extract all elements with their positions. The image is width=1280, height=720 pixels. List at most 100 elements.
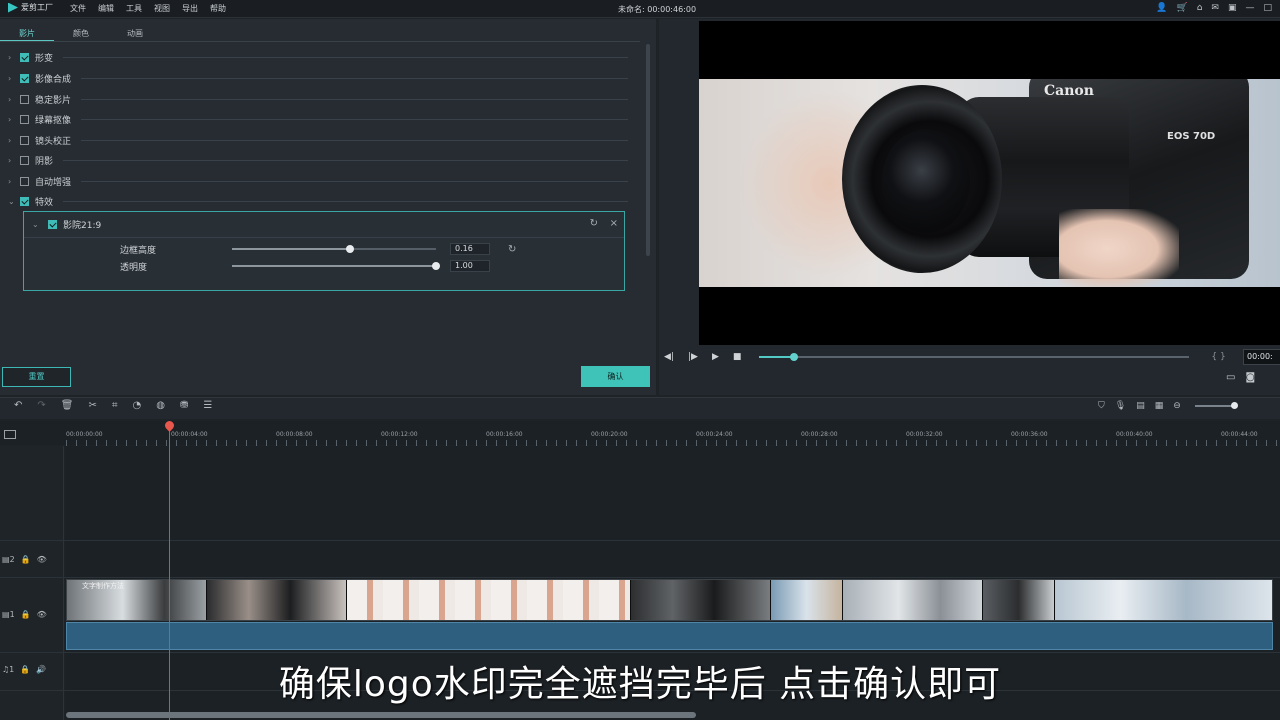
properties-scrollbar[interactable]	[646, 44, 650, 256]
confirm-button[interactable]: 确认	[581, 366, 650, 387]
stop-icon[interactable]: ■	[733, 352, 742, 362]
audio-mixer-icon[interactable]: ⛃	[180, 400, 188, 411]
property-transform[interactable]: › 形变	[8, 47, 628, 67]
chevron-right-icon[interactable]: ›	[8, 74, 20, 83]
property-lens-correction[interactable]: › 镜头校正	[8, 130, 628, 150]
opacity-slider[interactable]	[232, 262, 440, 270]
crop-icon[interactable]: ⌗	[112, 400, 118, 411]
display-icon[interactable]: ▭	[1226, 372, 1235, 383]
property-stabilize[interactable]: › 稳定影片	[8, 89, 628, 109]
tab-color[interactable]: 颜色	[54, 20, 108, 42]
maximize-icon[interactable]: □	[1263, 3, 1272, 13]
undo-icon[interactable]: ↶	[14, 400, 22, 411]
lock-icon[interactable]: 🔒	[21, 610, 31, 619]
eye-icon[interactable]: 👁	[37, 610, 47, 619]
reset-button[interactable]: 重置	[2, 367, 71, 387]
menu-export[interactable]: 导出	[182, 3, 198, 14]
menu-file[interactable]: 文件	[70, 3, 86, 14]
checkbox-stabilize[interactable]	[20, 94, 29, 104]
border-height-slider[interactable]	[232, 245, 436, 253]
mail-icon[interactable]: ✉	[1211, 3, 1219, 13]
speed-icon[interactable]: ◔	[133, 400, 142, 411]
delete-icon[interactable]: 🗑	[61, 400, 74, 411]
mic-icon[interactable]: 🎙	[1115, 401, 1126, 411]
property-compositing[interactable]: › 影像合成	[8, 68, 628, 88]
video-clip[interactable]	[66, 579, 1273, 621]
checkbox-effects[interactable]	[20, 196, 29, 206]
reset-icon[interactable]: ↻	[508, 244, 516, 255]
clip-thumbnail	[983, 580, 1055, 620]
playback-scrubber[interactable]	[759, 353, 1190, 361]
camera-brand: Canon	[1044, 83, 1094, 99]
param-label: 边框高度	[120, 245, 157, 256]
border-height-value[interactable]: 0.16	[450, 243, 490, 255]
save-icon[interactable]: ▣	[1228, 3, 1237, 13]
ruler-label: 00:00:08:00	[276, 431, 313, 438]
chevron-down-icon[interactable]: ⌄	[32, 220, 48, 229]
scrubber-knob[interactable]	[789, 353, 798, 361]
clip-thumbnail	[207, 580, 347, 620]
play-icon[interactable]: ▶	[712, 352, 719, 362]
chevron-right-icon[interactable]: ›	[8, 177, 20, 186]
audio-clip[interactable]	[66, 622, 1273, 650]
chevron-right-icon[interactable]: ›	[8, 53, 20, 62]
snap-icon[interactable]: ▦	[1155, 401, 1164, 411]
slider-knob[interactable]	[432, 262, 440, 270]
property-tabs: 影片 颜色 动画	[0, 20, 656, 42]
property-auto-enhance[interactable]: › 自动增强	[8, 171, 628, 191]
clip-thumbnail	[1055, 580, 1272, 620]
menu-edit[interactable]: 编辑	[98, 3, 114, 14]
eye-icon[interactable]: 👁	[37, 555, 47, 564]
snapshot-icon[interactable]: ◙	[1245, 372, 1255, 383]
slider-knob[interactable]	[346, 245, 355, 253]
zoom-out-icon[interactable]: ⊖	[1173, 401, 1181, 411]
cut-icon[interactable]: ✂	[88, 400, 96, 411]
mark-in-out-icon[interactable]: { }	[1211, 352, 1225, 362]
menu-view[interactable]: 视图	[154, 3, 170, 14]
menu-tools[interactable]: 工具	[126, 3, 142, 14]
track-divider	[0, 577, 1280, 578]
voiceover-icon[interactable]: ▤	[1136, 401, 1145, 411]
property-chroma-key[interactable]: › 绿幕抠像	[8, 109, 628, 129]
video-viewer[interactable]: Canon EOS 70D	[699, 21, 1280, 345]
play-frame-icon[interactable]: |▶	[688, 352, 698, 362]
ruler-label: 00:00:32:00	[906, 431, 943, 438]
marker-icon[interactable]: ⛉	[1098, 401, 1105, 411]
property-shadow[interactable]: › 阴影	[8, 150, 628, 170]
close-icon[interactable]: ×	[610, 218, 618, 229]
tab-animation[interactable]: 动画	[108, 20, 162, 42]
color-icon[interactable]: ◍	[156, 400, 165, 411]
property-effects[interactable]: ⌄ 特效	[8, 191, 628, 211]
redo-icon[interactable]: ↷	[37, 400, 45, 411]
minimize-icon[interactable]: —	[1245, 3, 1254, 13]
checkbox-chroma-key[interactable]	[20, 114, 29, 124]
store-icon[interactable]: ⌂	[1197, 3, 1203, 13]
chevron-down-icon[interactable]: ⌄	[8, 197, 20, 206]
property-label: 自动增强	[35, 177, 72, 188]
adjust-icon[interactable]: ☰	[203, 400, 212, 411]
reset-icon[interactable]: ↻	[590, 218, 598, 229]
checkbox-compositing[interactable]	[20, 73, 29, 83]
menu-help[interactable]: 帮助	[210, 3, 226, 14]
step-back-icon[interactable]: ◀|	[664, 352, 674, 362]
cart-icon[interactable]: 🛒	[1176, 3, 1187, 13]
slider-fill	[232, 265, 436, 267]
checkbox-auto-enhance[interactable]	[20, 176, 29, 186]
checkbox-lens-correction[interactable]	[20, 135, 29, 145]
checkbox-effect-enabled[interactable]	[48, 220, 57, 229]
checkbox-shadow[interactable]	[20, 155, 29, 165]
zoom-knob[interactable]	[1230, 402, 1238, 409]
add-track-icon[interactable]	[4, 430, 16, 439]
tab-video[interactable]: 影片	[0, 20, 54, 42]
opacity-value[interactable]: 1.00	[450, 260, 490, 272]
timeline-scrollbar[interactable]	[66, 712, 696, 718]
zoom-slider[interactable]	[1194, 402, 1238, 409]
chevron-right-icon[interactable]: ›	[8, 136, 20, 145]
track-divider	[0, 652, 1280, 653]
chevron-right-icon[interactable]: ›	[8, 156, 20, 165]
user-icon[interactable]: 👤	[1156, 3, 1167, 13]
chevron-right-icon[interactable]: ›	[8, 95, 20, 104]
checkbox-transform[interactable]	[20, 52, 29, 62]
lock-icon[interactable]: 🔒	[21, 555, 31, 564]
chevron-right-icon[interactable]: ›	[8, 115, 20, 124]
